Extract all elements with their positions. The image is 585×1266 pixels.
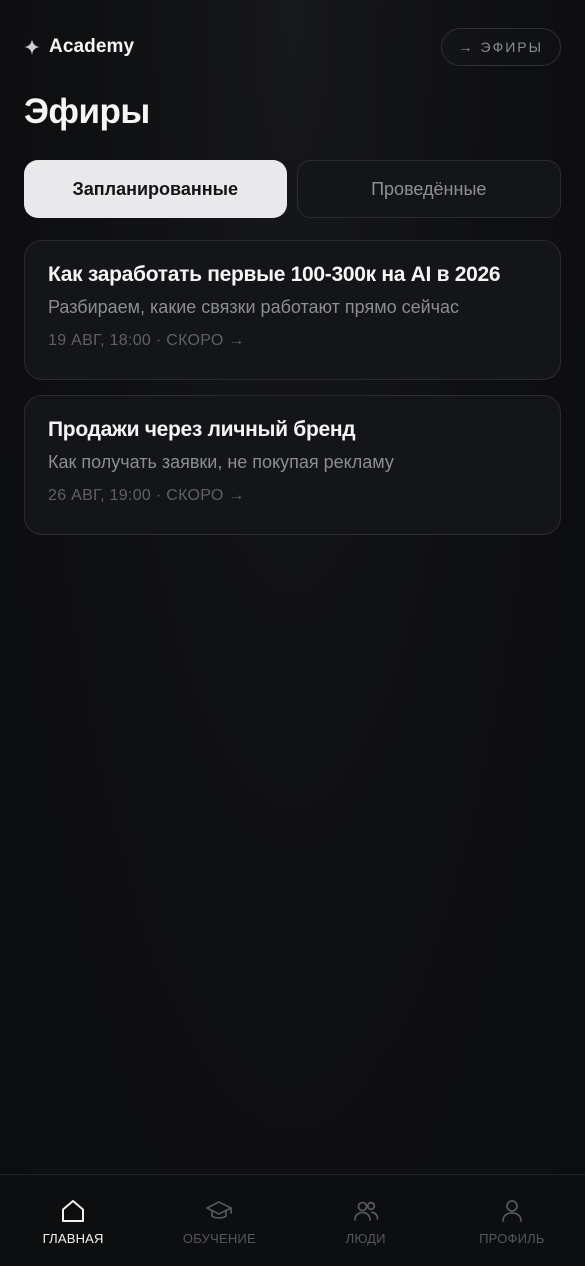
tab-bar: Запланированные Проведённые: [24, 160, 561, 218]
nav-label: ПРОФИЛЬ: [479, 1231, 545, 1246]
tab-past[interactable]: Проведённые: [296, 160, 561, 218]
page-title: Эфиры: [24, 92, 150, 131]
sparkle-icon: [24, 39, 40, 55]
stream-card[interactable]: Как заработать первые 100-300к на AI в 2…: [24, 240, 561, 380]
nav-item-profile[interactable]: ПРОФИЛЬ: [439, 1175, 585, 1266]
brand[interactable]: Academy: [24, 36, 134, 58]
app-screen: Academy → ЭФИРЫ Эфиры Запланированные Пр…: [0, 0, 585, 1266]
stream-meta: 19 АВГ, 18:00 · СКОРО →: [48, 332, 245, 349]
user-icon: [501, 1200, 522, 1222]
stream-card[interactable]: Продажи через личный бренд Как получать …: [24, 395, 561, 535]
arrow-right-icon: →: [458, 39, 473, 55]
top-bar: Academy → ЭФИРЫ: [24, 28, 561, 66]
nav-item-learning[interactable]: ОБУЧЕНИЕ: [146, 1175, 292, 1266]
stream-title: Как заработать первые 100-300к на AI в 2…: [48, 263, 501, 286]
nav-label: ГЛАВНАЯ: [42, 1231, 104, 1246]
stream-list: Как заработать первые 100-300к на AI в 2…: [24, 240, 561, 550]
stream-subtitle: Как получать заявки, не покупая рекламу: [48, 452, 394, 472]
nav-label: ОБУЧЕНИЕ: [182, 1231, 256, 1246]
streams-link-label: ЭФИРЫ: [480, 39, 543, 55]
nav-item-people[interactable]: ЛЮДИ: [293, 1175, 439, 1266]
stream-subtitle: Разбираем, какие связки работают прямо с…: [48, 297, 460, 317]
brand-name: Academy: [49, 36, 135, 57]
nav-label: ЛЮДИ: [345, 1231, 386, 1246]
graduation-cap-icon: [206, 1201, 233, 1219]
stream-meta: 26 АВГ, 19:00 · СКОРО →: [48, 487, 245, 504]
stream-title: Продажи через личный бренд: [48, 418, 356, 441]
tab-scheduled[interactable]: Запланированные: [24, 160, 287, 218]
home-icon: [62, 1200, 85, 1222]
streams-link-button[interactable]: → ЭФИРЫ: [440, 28, 561, 66]
bottom-nav: ГЛАВНАЯ ОБУЧЕНИЕ ЛЮДИ ПРОФИЛЬ: [0, 1174, 585, 1266]
nav-item-home[interactable]: ГЛАВНАЯ: [0, 1175, 146, 1266]
people-icon: [353, 1201, 379, 1221]
